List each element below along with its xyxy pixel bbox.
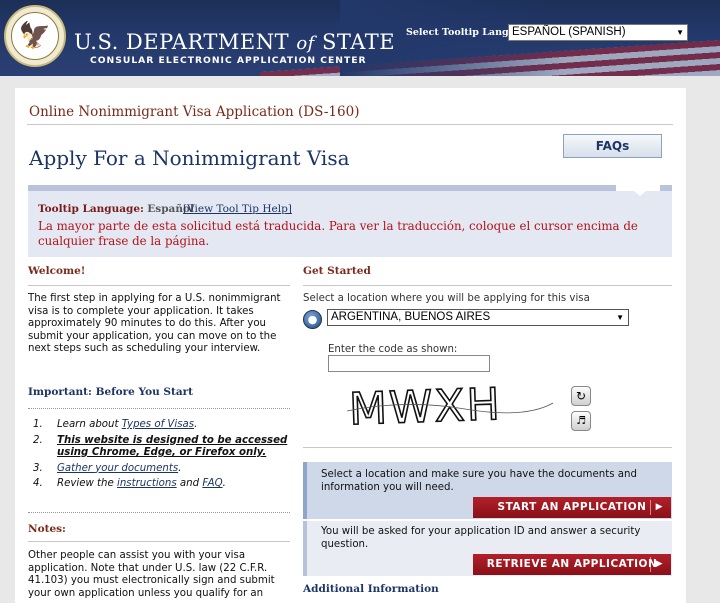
instructions-link[interactable]: instructions [117, 478, 177, 489]
retrieve-application-button[interactable]: RETRIEVE AN APPLICATION ▶ [473, 554, 671, 575]
important-heading: Important: Before You Start [28, 386, 194, 398]
translation-notice: La mayor parte de esta solicitud está tr… [38, 219, 638, 248]
tooltip-language-select[interactable]: ESPAÑOL (SPANISH) ▼ [508, 24, 688, 41]
location-label: Select a location where you will be appl… [303, 293, 590, 304]
page-title: Apply For a Nonimmigrant Visa [29, 146, 350, 170]
faq-link[interactable]: FAQ [202, 478, 222, 489]
faqs-button[interactable]: FAQs [563, 134, 662, 158]
gather-documents-link[interactable]: Gather your documents [57, 463, 178, 474]
captcha-code-label: Enter the code as shown: [328, 344, 458, 355]
header-subtitle: CONSULAR ELECTRONIC APPLICATION CENTER [90, 55, 367, 66]
chevron-down-icon: ▼ [676, 28, 684, 37]
site-header: 🦅 U.S. DEPARTMENT of STATE CONSULAR ELEC… [0, 0, 720, 76]
state-department-seal-icon: 🦅 [4, 5, 66, 67]
notes-heading: Notes: [28, 523, 66, 535]
captcha-code-input[interactable] [328, 355, 490, 372]
chevron-down-icon: ▼ [616, 313, 624, 322]
chevron-right-icon: ▶ [655, 502, 663, 512]
refresh-captcha-icon[interactable]: ↻ [571, 386, 591, 406]
form-name: Online Nonimmigrant Visa Application (DS… [29, 104, 360, 120]
welcome-text: The first step in applying for a U.S. no… [28, 293, 281, 354]
main-content: Online Nonimmigrant Visa Application (DS… [15, 88, 686, 603]
captcha-image: MWXH [346, 381, 554, 431]
notes-text: Other people can assist you with your vi… [28, 550, 275, 599]
list-item: 1. Learn about Types of Visas. [33, 419, 198, 430]
additional-information-heading: Additional Information [303, 583, 439, 595]
list-item: 2. This website is designed to be access… [33, 434, 288, 459]
tooltip-language-label: Tooltip Language: [38, 203, 144, 215]
globe-icon: ● [303, 310, 322, 329]
divider [27, 124, 673, 125]
start-application-text: Select a location and make sure you have… [321, 469, 637, 493]
list-item: 3. Gather your documents. [33, 462, 182, 474]
chevron-right-icon: ▶ [655, 559, 663, 569]
captcha-text: MWXH [348, 381, 502, 431]
welcome-heading: Welcome! [28, 265, 86, 277]
get-started-heading: Get Started [303, 265, 371, 277]
start-application-button[interactable]: START AN APPLICATION ▶ [473, 497, 671, 518]
audio-captcha-icon[interactable]: ♬ [571, 411, 591, 431]
collapse-arrow-icon[interactable] [634, 191, 646, 196]
tooltip-language-box: Tooltip Language: Español [View Tool Tip… [28, 185, 672, 257]
location-select[interactable]: ARGENTINA, BUENOS AIRES ▼ [327, 309, 629, 326]
list-item: 4. Review the instructions and FAQ. [33, 478, 226, 489]
before-you-start-list: 1. Learn about Types of Visas. 2. This w… [33, 419, 291, 494]
browser-requirement-text: This website is designed to be accessed … [57, 434, 288, 459]
retrieve-application-text: You will be asked for your application I… [321, 526, 641, 550]
view-tooltip-help-link[interactable]: [View Tool Tip Help] [183, 203, 292, 215]
types-of-visas-link[interactable]: Types of Visas [122, 419, 194, 430]
department-title: U.S. DEPARTMENT of STATE [74, 30, 396, 54]
